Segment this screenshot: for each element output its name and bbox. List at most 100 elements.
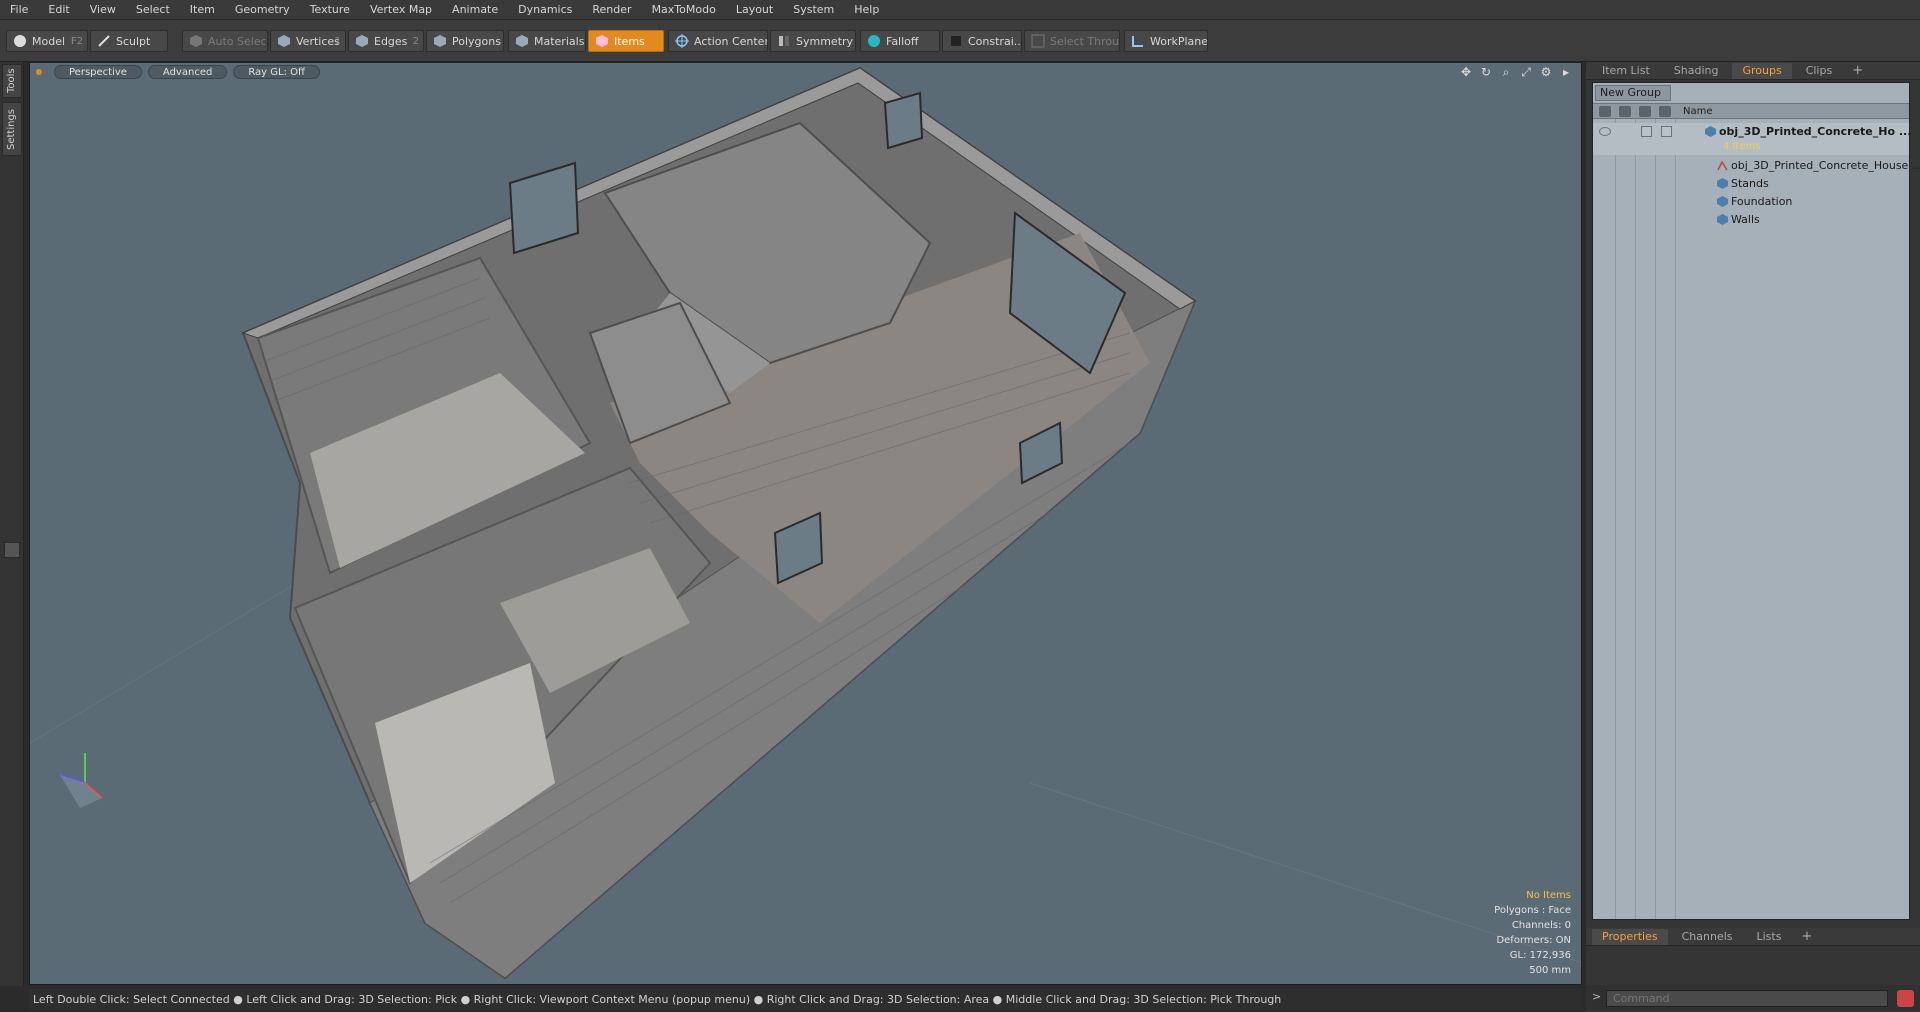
menu-edit[interactable]: Edit <box>38 0 79 20</box>
edges-icon <box>355 34 369 48</box>
add-tab-icon[interactable]: + <box>1795 929 1818 944</box>
group-child-row[interactable]: Stands <box>1593 175 1909 193</box>
command-input[interactable] <box>1606 990 1888 1007</box>
constraints-button[interactable]: Constrai... <box>942 30 1022 52</box>
materials-label: Materials <box>534 34 585 48</box>
add-tab-icon[interactable]: + <box>1846 63 1869 78</box>
sculpt-button[interactable]: Sculpt <box>90 30 168 52</box>
falloff-button[interactable]: Falloff <box>860 30 940 52</box>
polygons-button[interactable]: Polygons <box>426 30 504 52</box>
group-child-row[interactable]: Foundation <box>1593 193 1909 211</box>
menu-geometry[interactable]: Geometry <box>225 0 300 20</box>
materials-icon <box>515 34 529 48</box>
symmetry-button[interactable]: Symmetry <box>770 30 856 52</box>
groups-list-header: Name <box>1593 103 1909 119</box>
axis-gizmo <box>59 753 103 808</box>
column-separator <box>1615 119 1616 919</box>
status-bar: Left Double Click: Select Connected ● Le… <box>29 990 1582 1010</box>
mesh-item-icon <box>1717 178 1728 189</box>
group-child-row[interactable]: obj_3D_Printed_Concrete_House ... <box>1593 157 1920 175</box>
vertices-button[interactable]: Vertices 1 <box>270 30 346 52</box>
tab-properties[interactable]: Properties <box>1592 928 1668 945</box>
menu-help[interactable]: Help <box>844 0 889 20</box>
maximize-icon[interactable]: ⤢ <box>1519 65 1533 79</box>
select-through-button[interactable]: Select Through <box>1024 30 1120 52</box>
pan-icon[interactable]: ✥ <box>1459 65 1473 79</box>
gear-icon[interactable]: ⚙ <box>1539 65 1553 79</box>
tab-shading[interactable]: Shading <box>1664 63 1729 79</box>
menu-layout[interactable]: Layout <box>726 0 783 20</box>
group-child-row[interactable]: Walls <box>1593 211 1909 229</box>
auto-select-button[interactable]: Auto Select <box>182 30 268 52</box>
menu-maxtomodo[interactable]: MaxToModo <box>642 0 726 20</box>
command-prompt-icon: > <box>1592 990 1602 1003</box>
group-icon <box>1705 126 1716 137</box>
vertices-label: Vertices <box>296 34 340 48</box>
constraints-label: Constrai... <box>968 34 1022 48</box>
lock-header-icon <box>1639 106 1651 117</box>
sphere-icon <box>13 34 27 48</box>
raygl-toggle[interactable]: Ray GL: Off <box>233 65 320 79</box>
items-icon <box>595 34 609 48</box>
new-group-button[interactable]: New Group <box>1595 85 1671 101</box>
select-checkbox[interactable] <box>1661 126 1672 137</box>
group-row-root[interactable]: obj_3D_Printed_Concrete_Ho ... 4 Items <box>1593 123 1911 155</box>
shading-mode-dropdown[interactable]: Advanced <box>147 65 228 79</box>
action-center-label: Action Center <box>694 34 768 48</box>
house-model-render <box>30 66 1581 980</box>
rotate-icon[interactable]: ↻ <box>1479 65 1493 79</box>
workplane-label: WorkPlane <box>1150 34 1208 48</box>
menu-select[interactable]: Select <box>126 0 180 20</box>
column-separator <box>1655 119 1656 919</box>
zoom-icon[interactable]: ⌕ <box>1499 65 1513 79</box>
lock-checkbox[interactable] <box>1641 126 1652 137</box>
3d-viewport[interactable]: Perspective Advanced Ray GL: Off ✥ ↻ ⌕ ⤢… <box>29 62 1582 985</box>
tab-clips[interactable]: Clips <box>1796 63 1843 79</box>
viewport-nav-icons: ✥ ↻ ⌕ ⤢ ⚙ ▸ <box>1459 65 1573 79</box>
items-label: Items <box>614 34 645 48</box>
command-run-icon[interactable] <box>1897 990 1914 1007</box>
menu-vertex-map[interactable]: Vertex Map <box>360 0 442 20</box>
child-label: Stands <box>1731 177 1769 190</box>
menu-file[interactable]: File <box>0 0 38 20</box>
menu-render[interactable]: Render <box>582 0 641 20</box>
tab-settings[interactable]: Settings <box>2 102 22 156</box>
constraint-icon <box>949 34 963 48</box>
menu-bar: File Edit View Select Item Geometry Text… <box>0 0 1920 20</box>
materials-button[interactable]: Materials <box>508 30 586 52</box>
tab-channels[interactable]: Channels <box>1672 929 1743 945</box>
view-mode-dropdown[interactable]: Perspective <box>54 65 142 79</box>
menu-system[interactable]: System <box>783 0 844 20</box>
workplane-button[interactable]: WorkPlane <box>1124 30 1208 52</box>
toolbar: Model F2 Sculpt Auto Select Vertices 1 E… <box>0 20 1920 62</box>
polygons-label: Polygons <box>452 34 501 48</box>
unit-info: 500 mm <box>1529 965 1571 976</box>
play-arrow-icon[interactable]: ▸ <box>1559 65 1573 79</box>
tab-lists[interactable]: Lists <box>1747 929 1792 945</box>
workplane-icon <box>1131 34 1145 48</box>
viewport-menu-dot[interactable] <box>36 69 42 75</box>
menu-view[interactable]: View <box>80 0 126 20</box>
cube-icon <box>189 34 203 48</box>
tab-item-list[interactable]: Item List <box>1592 63 1660 79</box>
edges-button[interactable]: Edges 2 <box>348 30 424 52</box>
model-button[interactable]: Model F2 <box>6 30 88 52</box>
menu-texture[interactable]: Texture <box>300 0 360 20</box>
menu-animate[interactable]: Animate <box>442 0 508 20</box>
column-separator <box>1675 119 1676 919</box>
mesh-item-icon <box>1717 214 1728 225</box>
action-center-button[interactable]: Action Center <box>668 30 768 52</box>
polygons-info: Polygons : Face <box>1494 905 1571 916</box>
menu-dynamics[interactable]: Dynamics <box>508 0 582 20</box>
edges-shortcut: 2 <box>412 35 419 47</box>
collapse-handle[interactable] <box>4 542 20 558</box>
menu-item[interactable]: Item <box>180 0 225 20</box>
model-label: Model <box>32 34 66 48</box>
visibility-eye-icon[interactable] <box>1599 127 1611 136</box>
falloff-label: Falloff <box>886 34 919 48</box>
items-button[interactable]: Items <box>588 30 664 52</box>
tab-tools[interactable]: Tools <box>2 64 22 98</box>
viewport-info-overlay: No Items Polygons : Face Channels: 0 Def… <box>1494 888 1571 978</box>
auto-select-label: Auto Select <box>208 34 268 48</box>
tab-groups[interactable]: Groups <box>1732 62 1792 79</box>
